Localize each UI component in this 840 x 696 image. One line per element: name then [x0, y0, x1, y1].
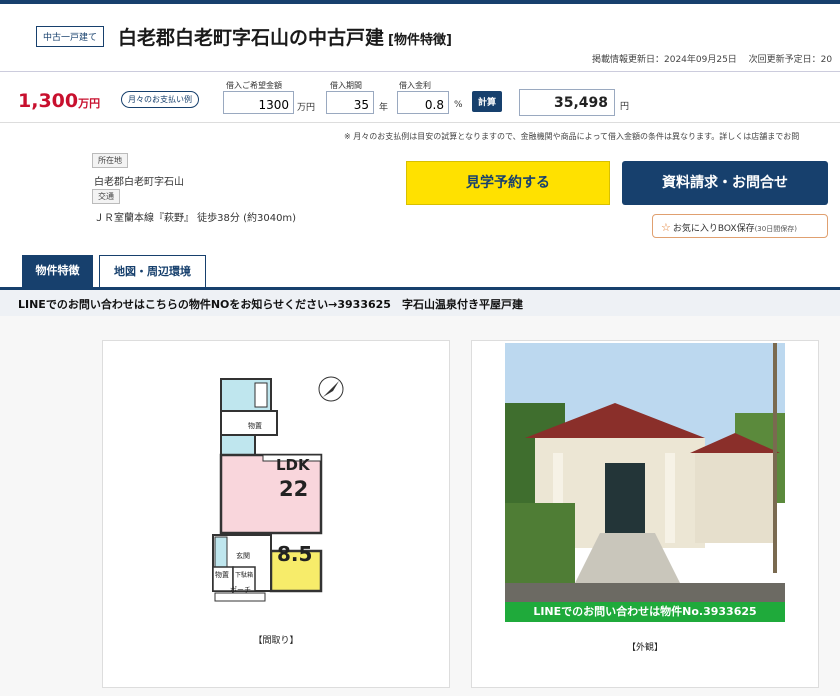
page-title-text: 白老郡白老町字石山の中古戸建 — [118, 27, 385, 49]
interest-unit: % — [454, 100, 463, 110]
loan-amount-label: 借入ご希望金額 — [226, 81, 282, 90]
shoe-cabinet-label: 下駄箱 — [235, 572, 254, 579]
transport-text: ＪＲ室蘭本線『萩野』 徒歩38分 (約3040m) — [94, 213, 297, 224]
star-icon: ☆ — [661, 221, 671, 234]
loan-amount-input[interactable] — [223, 91, 294, 114]
tab-map-surroundings[interactable]: 地図・周辺環境 — [99, 255, 206, 287]
favorite-save-button[interactable]: ☆ お気に入りBOX保存(30日間保存) — [652, 214, 828, 238]
favorite-note: (30日間保存) — [754, 225, 797, 233]
request-info-button[interactable]: 資料請求・お問合せ — [622, 161, 828, 205]
exterior-card[interactable]: LINEでのお問い合わせは物件No.3933625 【外観】 — [471, 340, 819, 688]
address-tag: 所在地 — [92, 153, 128, 168]
price-unit: 万円 — [78, 97, 101, 110]
price: 1,300万円 — [18, 90, 100, 112]
interest-input[interactable] — [397, 91, 449, 114]
payment-disclaimer: ※ 月々のお支払例は目安の試算となりますので、金融機関や商品によって借入金額の条… — [344, 132, 800, 141]
monthly-payment-pill: 月々のお支払い例 — [121, 91, 199, 108]
loan-term-unit: 年 — [379, 103, 389, 113]
entrance-label: 玄関 — [236, 552, 250, 560]
loan-term-label: 借入期間 — [330, 81, 362, 90]
exterior-house-image — [505, 343, 785, 603]
floorplan-card[interactable]: LDK 22 8.5 物置 物置 玄関 下駄箱 ポーチ 【間取り】 — [102, 340, 450, 688]
monthly-result: 35,498 — [519, 89, 615, 116]
exterior-caption: 【外観】 — [626, 643, 663, 653]
favorite-label: お気に入りBOX保存 — [672, 224, 755, 234]
page-title: 白老郡白老町字石山の中古戸建 [物件特徴] — [118, 23, 452, 50]
room-size: 8.5 — [277, 542, 313, 566]
price-value: 1,300 — [18, 90, 79, 112]
address-text: 白老郡白老町字石山 — [94, 177, 184, 188]
porch-label: ポーチ — [230, 586, 251, 594]
result-unit: 円 — [620, 102, 630, 112]
visit-reservation-button[interactable]: 見学予約する — [406, 161, 610, 205]
page-header: 中古一戸建て 白老郡白老町字石山の中古戸建 [物件特徴] 掲載情報更新日：2024… — [0, 4, 840, 72]
transport-tag: 交通 — [92, 189, 120, 204]
storage-label-lower: 物置 — [215, 571, 229, 579]
storage-label-upper: 物置 — [248, 422, 262, 430]
page-title-tag: [物件特徴] — [388, 33, 452, 48]
interest-label: 借入金利 — [399, 81, 431, 90]
tab-property-features[interactable]: 物件特徴 — [22, 255, 93, 287]
calculate-button[interactable]: 計算 — [472, 91, 503, 112]
update-dates: 掲載情報更新日：2024年09月25日 次回更新予定日：20 — [592, 55, 833, 65]
ldk-size: 22 — [279, 477, 309, 501]
line-inquiry-notice: LINEでのお問い合わせはこちらの物件NOをお知らせください→3933625 字… — [0, 290, 840, 316]
exterior-photo: LINEでのお問い合わせは物件No.3933625 — [505, 343, 785, 623]
ldk-label: LDK — [276, 456, 310, 474]
loan-amount-unit: 万円 — [297, 103, 316, 113]
line-inquiry-banner: LINEでのお問い合わせは物件No.3933625 — [505, 602, 785, 622]
loan-term-input[interactable] — [326, 91, 374, 114]
price-bar: 1,300万円 月々のお支払い例 借入ご希望金額 万円 借入期間 年 借入金利 … — [0, 73, 840, 123]
property-type-badge: 中古一戸建て — [36, 26, 105, 47]
floorplan-caption: 【間取り】 — [253, 636, 299, 646]
